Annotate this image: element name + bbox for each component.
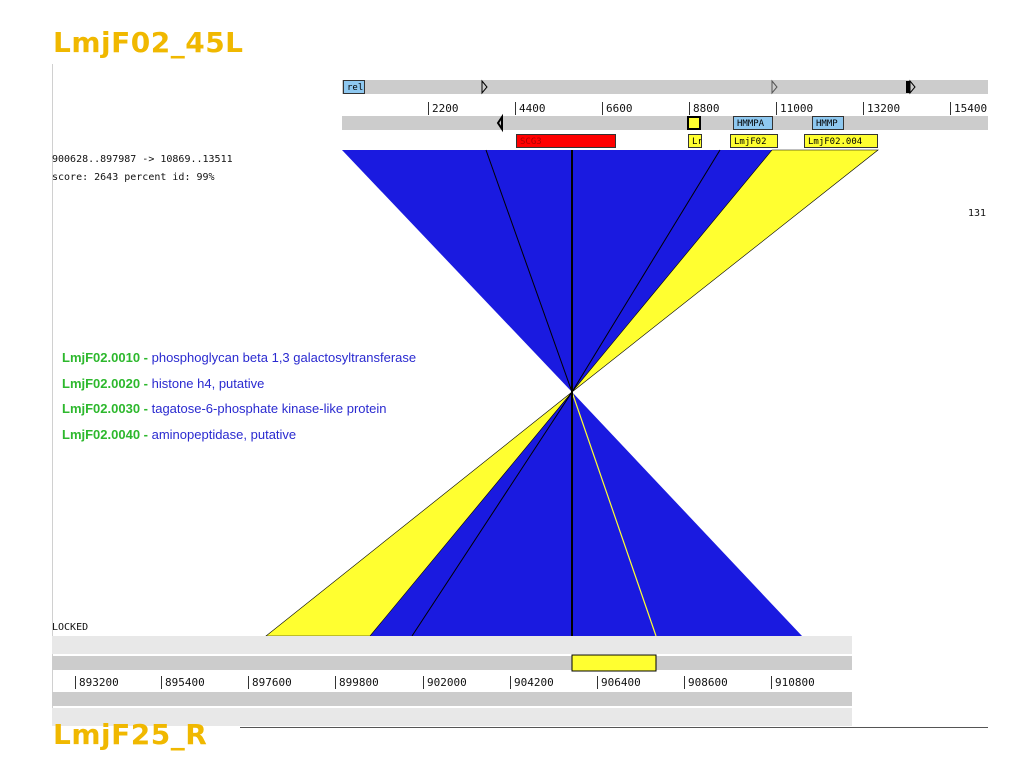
top-ruler-tick: 2200 [428, 102, 459, 115]
bottom-ruler-tick: 899800 [335, 676, 379, 689]
top-ruler-tick: 13200 [863, 102, 900, 115]
feature-lmjf02-004[interactable]: LmjF02.004 [804, 134, 878, 148]
top-feature-track-3[interactable] [342, 134, 988, 150]
bottom-ruler-tick: 910800 [771, 676, 815, 689]
alignment-score: score: 2643 percent id: 99% [52, 172, 215, 183]
top-ruler-tick: 11000 [776, 102, 813, 115]
divider-line [240, 727, 988, 728]
bottom-ruler-tick: 902000 [423, 676, 467, 689]
bottom-ruler-track [52, 692, 852, 706]
alignment-coords: 900628..897987 -> 10869..13511 [52, 154, 233, 165]
gene-entry[interactable]: LmjF02.0040 - aminopeptidase, putative [62, 422, 416, 448]
bottom-feature-track[interactable] [52, 656, 852, 670]
bottom-ruler-tick: 904200 [510, 676, 554, 689]
gene-legend: LmjF02.0010 - phosphoglycan beta 1,3 gal… [62, 345, 416, 447]
top-ruler-tick: 8800 [689, 102, 720, 115]
gene-entry[interactable]: LmjF02.0010 - phosphoglycan beta 1,3 gal… [62, 345, 416, 371]
lock-status: LOCKED [52, 622, 89, 633]
feature-scg3[interactable]: SCG3 [516, 134, 616, 148]
feature-lmjf02[interactable]: LmjF02 [730, 134, 778, 148]
bottom-sequence-title: LmjF25_R [53, 718, 208, 751]
bottom-ruler-tick: 908600 [684, 676, 728, 689]
bottom-ruler-tick: 906400 [597, 676, 641, 689]
bottom-ruler-tick: 893200 [75, 676, 119, 689]
top-ruler-tick: 15400 [950, 102, 988, 115]
top-ruler-tick: 4400 [515, 102, 546, 115]
feature-hmmp[interactable]: HMMP [812, 116, 844, 130]
feature-rel[interactable]: rel [343, 80, 365, 94]
top-feature-track-1[interactable] [342, 80, 988, 94]
top-ruler-tick: 6600 [602, 102, 633, 115]
bottom-hit-feature[interactable] [571, 654, 657, 672]
bottom-ruler-tick: 897600 [248, 676, 292, 689]
feature-marker-icon [687, 116, 701, 130]
top-feature-track-2[interactable] [342, 116, 988, 130]
bottom-ruler-tick: 895400 [161, 676, 205, 689]
bottom-track-upper [52, 636, 852, 654]
side-number: 131 [968, 208, 987, 219]
feature-lr[interactable]: Lr [688, 134, 702, 148]
feature-marker-icon [906, 81, 910, 93]
gene-entry[interactable]: LmjF02.0030 - tagatose-6-phosphate kinas… [62, 396, 416, 422]
gene-entry[interactable]: LmjF02.0020 - histone h4, putative [62, 371, 416, 397]
feature-hmmpa[interactable]: HMMPA [733, 116, 773, 130]
